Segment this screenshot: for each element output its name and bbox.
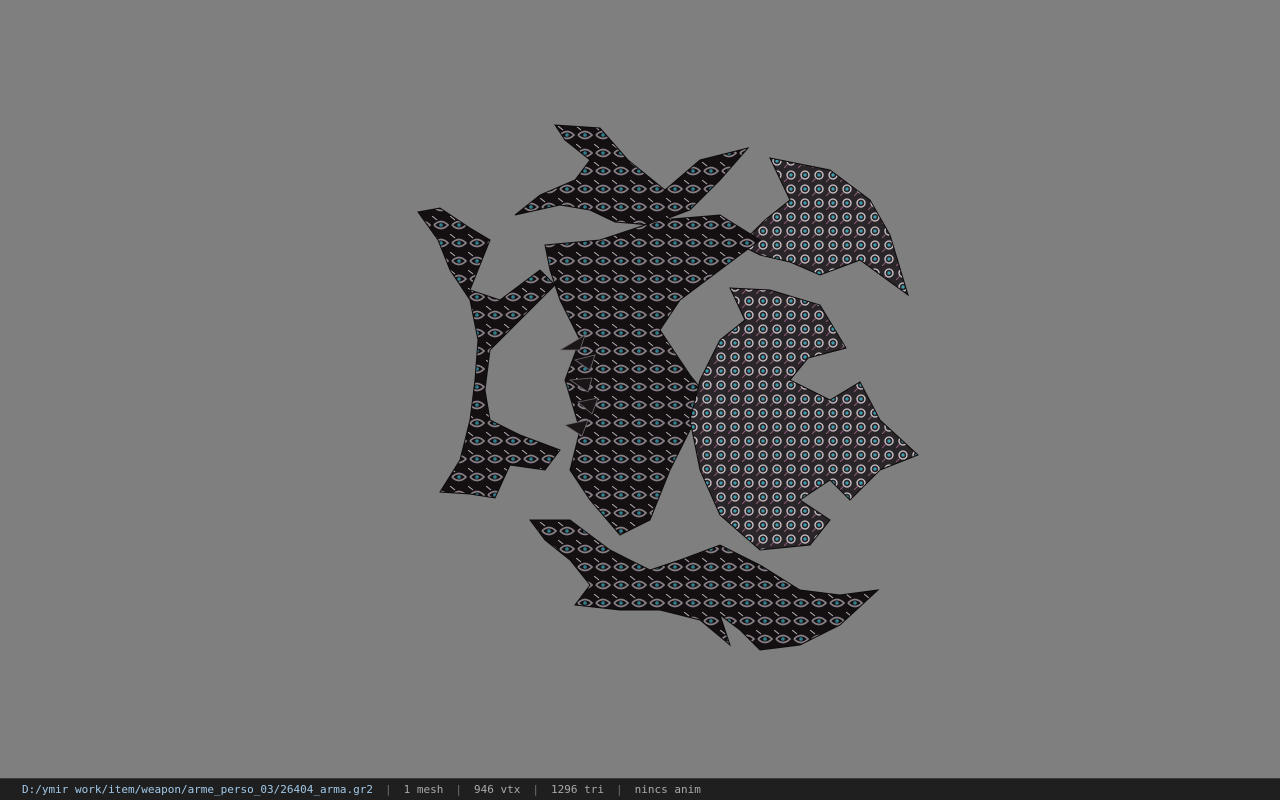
file-path-label: D:/ymir work/item/weapon/arme_perso_03/2… [22,783,373,796]
separator: | [615,783,623,796]
3d-viewport[interactable] [0,0,1280,778]
status-bar: D:/ymir work/item/weapon/arme_perso_03/2… [0,778,1280,800]
mesh-count-label: 1 mesh [403,783,444,796]
model-top-blade [514,124,750,226]
model-upper-right-blade [739,157,909,297]
model-right-axe-head [689,287,919,551]
separator: | [385,783,392,796]
triangle-count-label: 1296 tri [550,783,604,796]
weapon-model[interactable] [0,0,1280,778]
model-bottom-blade [529,519,880,651]
model-left-arc [417,207,561,499]
anim-status-label: nincs anim [634,783,701,796]
separator: | [532,783,539,796]
vertex-count-label: 946 vtx [474,783,521,796]
separator: | [455,783,462,796]
